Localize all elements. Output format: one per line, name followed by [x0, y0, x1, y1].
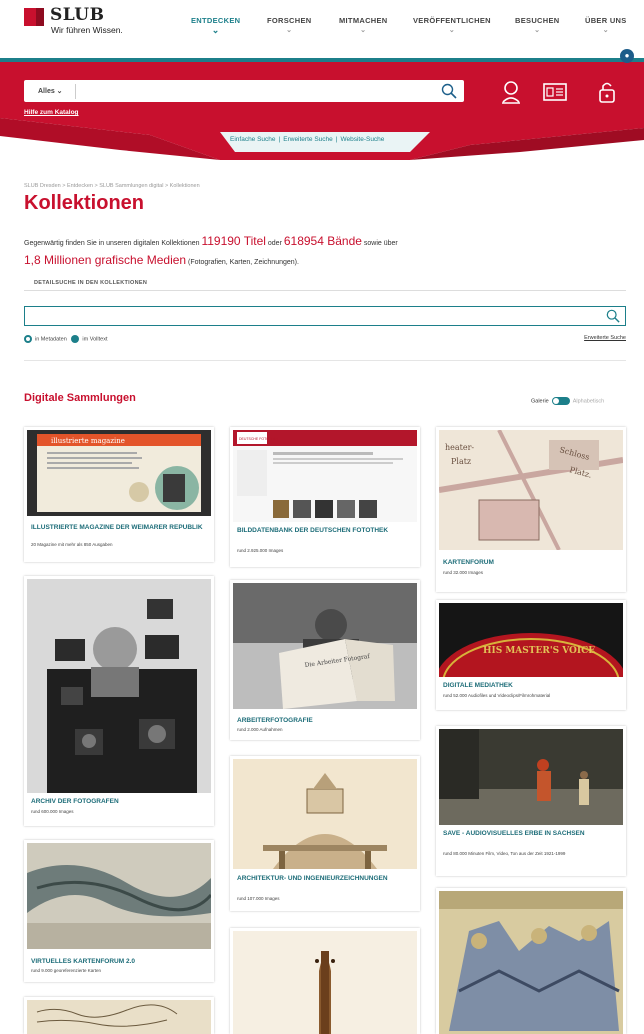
- collection-card[interactable]: SAVE - AUDIOVISUELLES ERBE IN SACHSEN ru…: [436, 726, 626, 876]
- card-subtitle: rund 107.000 Images: [237, 896, 280, 901]
- simple-search-link[interactable]: Einfache Suche: [230, 136, 276, 143]
- search-type-nav: Einfache Suche | Erweiterte Suche | Website-…: [230, 136, 384, 150]
- collection-card[interactable]: [24, 997, 214, 1034]
- intro-text: Gegenwärtig finden Sie in unseren digita…: [24, 233, 504, 271]
- card-subtitle: rund 52.000 Audiofiles und Videoclips/Fi…: [443, 693, 551, 698]
- detail-search-heading: DETAILSUCHE IN DEN KOLLEKTIONEN: [34, 280, 148, 286]
- card-thumbnail: DEUTSCHE FOTOTHEK: [233, 430, 417, 522]
- view-toggle[interactable]: Galerie Alphabetisch: [531, 397, 604, 405]
- radio-label: im Volltext: [82, 336, 108, 343]
- advanced-search-link[interactable]: Erweiterte Suche: [283, 136, 333, 143]
- card-subtitle: rund 9.000 georeferenzierte Karten: [31, 968, 102, 973]
- card-thumbnail: [439, 729, 623, 825]
- card-title: ARCHIV DER FOTOGRAFEN: [31, 798, 119, 805]
- toggle-label-alpha: Alphabetisch: [572, 398, 605, 405]
- card-thumbnail: [27, 579, 211, 793]
- media-count: 1,8 Millionen grafische Medien: [24, 253, 187, 267]
- card-thumbnail: HIS MASTER'S VOICE: [439, 603, 623, 677]
- collection-card[interactable]: Die Arbeiter Fotograf ARBEITERFOTOGRAFIE…: [230, 580, 420, 740]
- website-search-link[interactable]: Website-Suche: [340, 136, 384, 143]
- map-label: heater-: [445, 443, 474, 452]
- library-card-icon[interactable]: [542, 80, 568, 104]
- scope-label: Alles: [38, 88, 55, 95]
- language-tag: DE: [634, 46, 641, 52]
- page-title: Kollektionen: [24, 192, 145, 214]
- baende-count: 618954 Bände: [283, 234, 362, 248]
- separator: |: [335, 136, 338, 143]
- card-subtitle: rund 80.000 Minuten Film, Video, Ton aus…: [443, 851, 566, 856]
- card-subtitle: rund 32.000 Images: [443, 570, 484, 575]
- collection-card[interactable]: illustrierte magazine ILLUSTRIERTE MAGAZ…: [24, 427, 214, 562]
- collection-card[interactable]: [230, 928, 420, 1034]
- card-title: ARBEITERFOTOGRAFIE: [237, 717, 313, 724]
- card-thumbnail: [233, 759, 417, 869]
- radio-metadata[interactable]: [24, 335, 32, 343]
- collection-card[interactable]: ARCHITEKTUR- UND INGENIEURZEICHNUNGEN ru…: [230, 756, 420, 911]
- radio-fulltext[interactable]: [71, 335, 80, 343]
- language-icon[interactable]: ●: [620, 49, 634, 63]
- login-lock-icon[interactable]: [594, 80, 620, 104]
- collection-card[interactable]: ARCHIV DER FOTOGRAFEN rund 600.000 Image…: [24, 576, 214, 826]
- collection-card[interactable]: [436, 888, 626, 1034]
- card-title: SAVE - AUDIOVISUELLES ERBE IN SACHSEN: [443, 830, 585, 837]
- intro-part: Gegenwärtig finden Sie in unseren digita…: [24, 240, 202, 247]
- card-thumbnail: [27, 843, 211, 949]
- card-title: BILDDATENBANK DER DEUTSCHEN FOTOTHEK: [237, 527, 389, 534]
- collection-card[interactable]: heater- Platz Schloss Platz. KARTENFORUM…: [436, 427, 626, 592]
- search-icon[interactable]: [441, 83, 457, 99]
- card-title: DIGITALE MEDIATHEK: [443, 682, 513, 689]
- collection-search-input[interactable]: [24, 306, 626, 326]
- divider: [24, 360, 626, 361]
- intro-part: (Fotografien, Karten, Zeichnungen).: [186, 259, 299, 266]
- card-subtitle: 20 Magazine mit mehr als 850 Ausgaben: [31, 542, 113, 547]
- toggle-switch[interactable]: [551, 397, 570, 405]
- collection-card[interactable]: DEUTSCHE FOTOTHEK BILDDATENBANK DER DEUT…: [230, 427, 420, 567]
- card-subtitle: rund 2.925.000 Images: [237, 548, 284, 553]
- magazine-header-text: illustrierte magazine: [51, 437, 125, 445]
- card-title: VIRTUELLES KARTENFORUM 2.0: [31, 958, 136, 965]
- intro-part: oder: [265, 240, 284, 247]
- collection-card[interactable]: VIRTUELLES KARTENFORUM 2.0 rund 9.000 ge…: [24, 840, 214, 982]
- titel-count: 119190 Titel: [201, 234, 266, 248]
- map-label: Platz: [451, 457, 471, 466]
- radio-label: in Metadaten: [35, 336, 67, 343]
- card-subtitle: rund 2.000 Aufnahmen: [237, 727, 283, 732]
- divider: [24, 290, 626, 291]
- catalog-search-input[interactable]: [24, 80, 464, 102]
- section-title: Digitale Sammlungen: [24, 392, 136, 404]
- card-thumbnail: [439, 891, 623, 1034]
- card-thumbnail: Die Arbeiter Fotograf: [233, 583, 417, 709]
- card-thumbnail: [27, 1000, 211, 1034]
- card-title: KARTENFORUM: [443, 559, 494, 566]
- card-title: ARCHITEKTUR- UND INGENIEURZEICHNUNGEN: [237, 875, 388, 882]
- card-thumbnail: [233, 931, 417, 1034]
- librarian-chat-icon[interactable]: [498, 80, 524, 104]
- collection-card[interactable]: HIS MASTER'S VOICE DIGITALE MEDIATHEK ru…: [436, 600, 626, 710]
- separator: |: [278, 136, 281, 143]
- search-icon[interactable]: [606, 309, 620, 323]
- card-thumbnail: heater- Platz Schloss Platz.: [439, 430, 623, 550]
- record-label-text: HIS MASTER'S VOICE: [483, 646, 595, 656]
- breadcrumb[interactable]: SLUB Dresden > Entdecken > SLUB Sammlung…: [24, 183, 200, 189]
- card-subtitle: rund 600.000 Images: [31, 809, 74, 814]
- fotothek-logo-text: DEUTSCHE FOTOTHEK: [239, 437, 279, 441]
- search-mode-radios: in Metadaten im Volltext: [24, 335, 107, 343]
- search-scope-select[interactable]: Alles ⌄: [30, 84, 76, 99]
- help-catalog-link[interactable]: Hilfe zum Katalog: [24, 109, 79, 116]
- advanced-search-link[interactable]: Erweiterte Suche: [584, 335, 626, 341]
- card-title: ILLUSTRIERTE MAGAZINE DER WEIMARER REPUB…: [31, 524, 203, 531]
- card-thumbnail: illustrierte magazine: [27, 430, 211, 516]
- intro-part: sowie über: [361, 240, 398, 247]
- toggle-label-gallery: Galerie: [531, 398, 549, 405]
